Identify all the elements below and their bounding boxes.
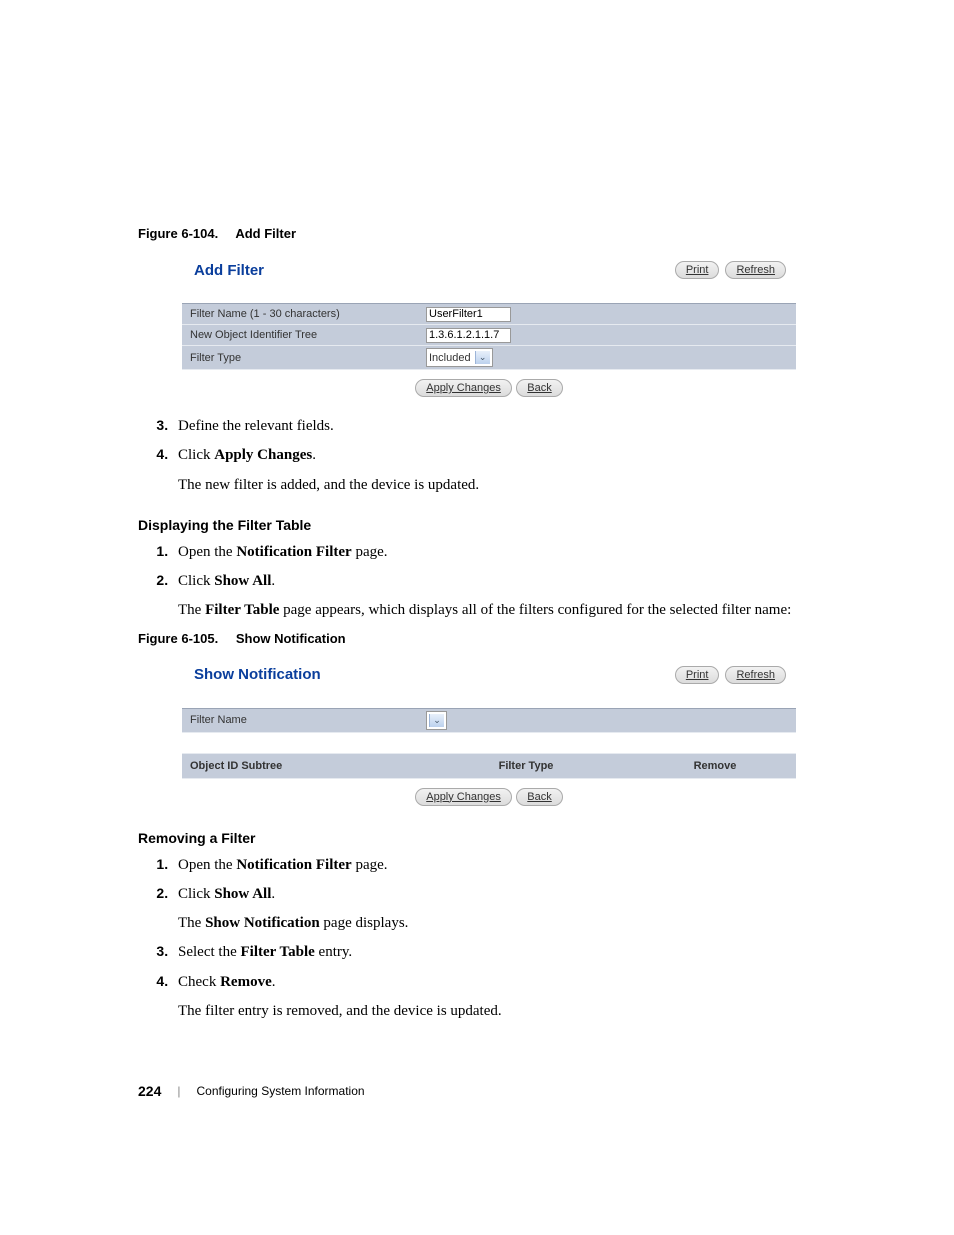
section-heading-display-filter-table: Displaying the Filter Table [138,517,824,533]
field-label-filter-type: Filter Type [182,346,418,370]
step-3: Define the relevant fields. [172,415,824,438]
step-2: Click Show All. The Show Notification pa… [172,883,824,936]
document-page: Figure 6-104. Add Filter Add Filter Prin… [0,0,954,1159]
column-header-row: Object ID Subtree Filter Type Remove [182,753,796,779]
field-label-oid-tree: New Object Identifier Tree [182,325,418,346]
figure-number: Figure 6-105. [138,631,218,646]
footer-divider: | [177,1084,180,1098]
filter-name-row: Filter Name ⌄ [182,708,796,733]
page-number: 224 [138,1083,161,1099]
figure-title: Add Filter [235,226,296,241]
apply-changes-button[interactable]: Apply Changes [415,788,512,806]
figure-title: Show Notification [236,631,346,646]
oid-tree-input[interactable] [426,328,511,343]
step-4: Check Remove. The filter entry is remove… [172,971,824,1024]
filter-type-select[interactable]: Included ⌄ [426,348,493,367]
chevron-down-icon: ⌄ [475,351,490,364]
print-button[interactable]: Print [675,261,720,279]
figure-caption-2: Figure 6-105. Show Notification [138,631,824,646]
col-filter-type: Filter Type [418,753,634,778]
screenshot-show-notification: Show Notification Print Refresh Filter N… [182,658,796,810]
section-heading-removing-filter: Removing a Filter [138,830,824,846]
step-3: Select the Filter Table entry. [172,941,824,964]
print-button[interactable]: Print [675,666,720,684]
filter-type-value: Included [429,352,471,364]
screenshot-add-filter: Add Filter Print Refresh Filter Name (1 … [182,253,796,401]
figure-number: Figure 6-104. [138,226,218,241]
step-1: Open the Notification Filter page. [172,854,824,877]
field-label-filter-name: Filter Name (1 - 30 characters) [182,304,418,325]
back-button[interactable]: Back [516,379,562,397]
panel-title: Add Filter [194,262,264,279]
procedure-steps-3: Open the Notification Filter page. Click… [138,854,824,1024]
step-2: Click Show All. The Filter Table page ap… [172,570,824,623]
step-1: Open the Notification Filter page. [172,541,824,564]
refresh-button[interactable]: Refresh [725,261,786,279]
back-button[interactable]: Back [516,788,562,806]
procedure-steps-1: Define the relevant fields. Click Apply … [138,415,824,497]
col-remove: Remove [634,753,796,778]
filter-name-input[interactable] [426,307,511,322]
chevron-down-icon: ⌄ [429,714,444,727]
procedure-steps-2: Open the Notification Filter page. Click… [138,541,824,623]
step-4: Click Apply Changes. The new filter is a… [172,444,824,497]
panel-header: Add Filter Print Refresh [182,253,796,289]
col-object-id-subtree: Object ID Subtree [182,753,418,778]
refresh-button[interactable]: Refresh [725,666,786,684]
figure-caption-1: Figure 6-104. Add Filter [138,226,824,241]
field-label-filter-name: Filter Name [182,708,418,732]
filter-name-select[interactable]: ⌄ [426,711,447,730]
form-table: Filter Name (1 - 30 characters) New Obje… [182,303,796,370]
panel-header: Show Notification Print Refresh [182,658,796,694]
apply-changes-button[interactable]: Apply Changes [415,379,512,397]
chapter-title: Configuring System Information [196,1084,364,1098]
panel-title: Show Notification [194,666,321,683]
page-footer: 224 | Configuring System Information [138,1083,824,1099]
